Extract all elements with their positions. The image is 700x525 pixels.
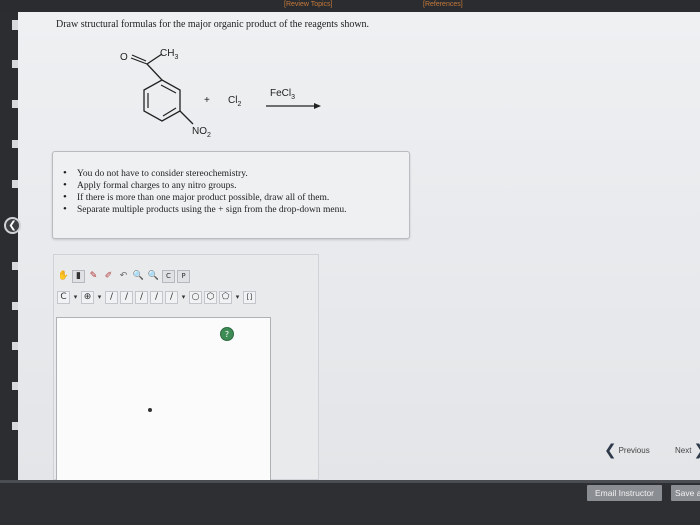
eraser-icon[interactable]: ▮	[72, 269, 85, 283]
instruction-item: • You do not have to consider stereochemi…	[63, 167, 248, 180]
email-instructor-button[interactable]: Email Instructor	[587, 485, 662, 501]
template-p-icon[interactable]: P	[177, 269, 190, 283]
question-text: Draw structural formulas for the major o…	[56, 19, 370, 30]
bracket-tool[interactable]: []	[243, 290, 256, 304]
collapse-arrow-icon[interactable]: ❮	[4, 217, 21, 234]
drawing-canvas[interactable]: ?	[56, 317, 271, 481]
plus-sign: +	[204, 95, 210, 106]
reaction-arrow	[266, 103, 321, 109]
divider	[0, 480, 700, 483]
pencil-icon[interactable]: ✎	[87, 270, 100, 283]
charge-select[interactable]: ⊕	[81, 290, 94, 304]
instructions-box: • You do not have to consider stereochemi…	[52, 151, 410, 239]
chevron-down-icon[interactable]: ▾	[96, 291, 103, 304]
ring-tool[interactable]: ○	[189, 290, 202, 304]
single-bond-tool[interactable]: /	[105, 290, 118, 304]
hand-icon[interactable]: ✋	[57, 270, 70, 283]
editor-toolbar-bottom: C ▾ ⊕ ▾ / / / / / ▾ ○ ⬡ ⬠ ▾ []	[57, 288, 258, 306]
canvas-point	[148, 408, 152, 412]
zoom-in-icon[interactable]: 🔍	[132, 270, 145, 283]
chevron-down-icon[interactable]: ▾	[72, 291, 79, 304]
question-page: Draw structural formulas for the major o…	[18, 12, 700, 481]
chevron-down-icon[interactable]: ▾	[234, 291, 241, 304]
previous-button[interactable]: ❮ Previous	[604, 441, 650, 459]
chevron-right-icon: ❯	[693, 441, 700, 459]
template-c-icon[interactable]: C	[162, 269, 175, 283]
catalyst-label: FeCl3	[270, 88, 296, 101]
editor-toolbar-top: ✋ ▮ ✎ ✐ ↶ 🔍 🔍 C P	[57, 267, 192, 285]
next-button[interactable]: Next ❯	[675, 441, 700, 459]
lasso-icon[interactable]: ✐	[102, 270, 115, 283]
instruction-item: • Separate multiple products using the + …	[63, 203, 347, 216]
help-icon[interactable]: ?	[220, 327, 234, 341]
references-link[interactable]: [References]	[423, 1, 463, 8]
save-button[interactable]: Save a	[671, 485, 700, 501]
previous-label: Previous	[618, 445, 650, 455]
structure-editor: ✋ ▮ ✎ ✐ ↶ 🔍 🔍 C P C ▾ ⊕ ▾ / / / / / ▾ ○ …	[53, 254, 319, 481]
left-margin	[0, 12, 18, 482]
chlorine-reagent: Cl2	[228, 95, 242, 108]
instruction-item: • Apply formal charges to any nitro group…	[63, 179, 237, 192]
top-strip: [Review Topics] [References]	[0, 0, 700, 12]
atom-select[interactable]: C	[57, 290, 70, 304]
zoom-out-icon[interactable]: 🔍	[147, 270, 160, 283]
instruction-item: • If there is more than one major product…	[63, 191, 330, 204]
double-bond-tool[interactable]: /	[120, 290, 133, 304]
methyl-label: CH3	[160, 48, 178, 61]
next-label: Next	[675, 445, 692, 455]
hash-bond-tool[interactable]: /	[165, 290, 178, 304]
benzene-ring-tool[interactable]: ⬡	[204, 290, 217, 304]
carbonyl-oxygen-label: O	[120, 52, 128, 63]
nitro-label: NO2	[192, 126, 211, 139]
undo-icon[interactable]: ↶	[117, 270, 130, 283]
chevron-left-icon: ❮	[604, 441, 617, 459]
review-topics-link[interactable]: [Review Topics]	[284, 1, 333, 8]
wedge-bond-tool[interactable]: /	[150, 290, 163, 304]
chevron-down-icon[interactable]: ▾	[180, 291, 187, 304]
triple-bond-tool[interactable]: /	[135, 290, 148, 304]
pentagon-ring-tool[interactable]: ⬠	[219, 290, 232, 304]
